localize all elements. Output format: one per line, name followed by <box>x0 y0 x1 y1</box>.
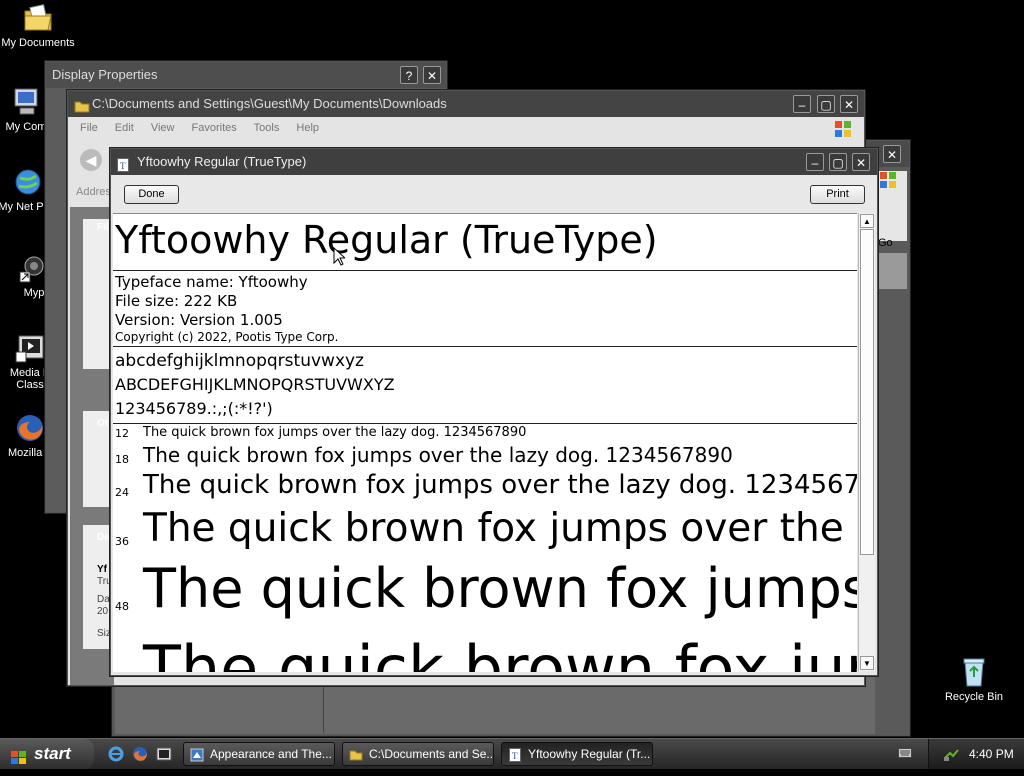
task-appearance[interactable]: Appearance and The... <box>183 742 335 766</box>
start-label: start <box>34 744 71 763</box>
desktop-icon-label: Recycle Bin <box>944 691 1004 703</box>
menu-view[interactable]: View <box>151 122 175 134</box>
font-preview: Yftoowhy Regular (TrueType) Typeface nam… <box>113 213 857 672</box>
quick-launch-ie-icon[interactable] <box>108 746 124 762</box>
vertical-scrollbar[interactable]: ▲ ▼ <box>858 213 875 671</box>
details-date: 20 <box>97 606 109 617</box>
close-button[interactable]: ✕ <box>840 95 858 113</box>
copyright: Copyright (c) 2022, Pootis Type Corp. <box>115 330 339 344</box>
close-button[interactable]: ✕ <box>423 66 441 84</box>
menu-tools[interactable]: Tools <box>254 122 280 134</box>
task-label: C:\Documents and Se... <box>369 747 494 761</box>
go-button[interactable]: Go <box>878 237 893 249</box>
clock: 4:40 PM <box>969 747 1014 761</box>
font-viewer-window[interactable]: T Yftoowhy Regular (TrueType) – ▢ ✕ Done… <box>110 148 878 676</box>
svg-text:T: T <box>120 161 126 171</box>
close-button[interactable]: ✕ <box>883 145 901 163</box>
window-title: C:\Documents and Settings\Guest\My Docum… <box>92 96 447 111</box>
task-pane: File Ot De Yf Tru Da 20 Siz <box>70 207 114 685</box>
menu-bar: File Edit View Favorites Tools Help <box>80 122 820 134</box>
details-date-label: Da <box>97 594 110 605</box>
firefox-icon <box>14 412 46 444</box>
other-places-header[interactable]: Ot <box>97 418 108 429</box>
font-heading: Yftoowhy Regular (TrueType) <box>115 218 658 262</box>
size-label: 18 <box>115 453 129 466</box>
back-button[interactable]: ◀ <box>80 149 102 171</box>
title-bar: C:\Documents and Settings\Guest\My Docum… <box>68 91 864 117</box>
menu-file[interactable]: File <box>80 122 98 134</box>
lowercase-sample: abcdefghijklmnopqrstuvwxyz <box>115 351 364 371</box>
task-font-viewer[interactable]: T Yftoowhy Regular (Tr... <box>501 742 653 766</box>
keyboard-icon[interactable] <box>898 748 912 758</box>
title-bar: Display Properties <box>46 62 446 88</box>
menu-favorites[interactable]: Favorites <box>192 122 237 134</box>
minimize-button[interactable]: – <box>793 95 811 113</box>
version: Version: Version 1.005 <box>115 311 283 329</box>
task-explorer[interactable]: C:\Documents and Se... <box>342 742 494 766</box>
file-size: File size: 222 KB <box>115 292 238 310</box>
close-button[interactable]: ✕ <box>852 153 870 171</box>
scroll-down-button[interactable]: ▼ <box>860 656 874 670</box>
network-tray-icon[interactable] <box>943 746 959 762</box>
sample-line-12: The quick brown fox jumps over the lazy … <box>143 425 527 440</box>
sample-line-48: The quick brown fox jumps over the lazy … <box>143 557 857 620</box>
media-player-icon <box>14 332 46 364</box>
title-bar: T Yftoowhy Regular (TrueType) <box>111 149 877 175</box>
start-button[interactable]: start <box>0 739 94 769</box>
help-button[interactable]: ? <box>400 66 418 84</box>
size-label: 48 <box>115 600 129 613</box>
size-label: 36 <box>115 535 129 548</box>
desktop-icon-recycle-bin[interactable]: Recycle Bin <box>936 656 1012 703</box>
digits-sample: 123456789.:,;(:*!?') <box>115 399 273 418</box>
folder-icon <box>22 2 54 34</box>
menu-edit[interactable]: Edit <box>115 122 134 134</box>
done-button[interactable]: Done <box>124 185 179 204</box>
desktop-icon-my-documents[interactable]: My Documents <box>0 2 76 49</box>
window-title: Yftoowhy Regular (TrueType) <box>137 154 307 169</box>
windows-logo-icon <box>10 746 28 764</box>
mouse-cursor-icon <box>333 246 347 267</box>
sample-line-36: The quick brown fox jumps over the lazy … <box>143 506 857 551</box>
recycle-bin-icon <box>958 656 990 688</box>
folder-icon <box>74 96 90 113</box>
task-label: Appearance and The... <box>210 747 332 761</box>
uppercase-sample: ABCDEFGHIJKLMNOPQRSTUVWXYZ <box>115 375 395 394</box>
size-label: 12 <box>115 427 129 440</box>
details-size: Siz <box>97 628 111 639</box>
details-name: Yf <box>97 564 107 575</box>
scroll-up-button[interactable]: ▲ <box>860 214 874 228</box>
system-tray: 4:40 PM <box>928 739 1024 769</box>
folder-icon <box>349 747 363 761</box>
size-label: 24 <box>115 486 129 499</box>
font-file-icon: T <box>508 747 522 762</box>
windows-logo-icon <box>879 171 897 189</box>
sample-line-60: The quick brown fox jumps over the lazy … <box>143 632 857 672</box>
maximize-button[interactable]: ▢ <box>829 153 847 171</box>
sample-line-18: The quick brown fox jumps over the lazy … <box>143 443 733 467</box>
quick-launch-firefox-icon[interactable] <box>132 746 148 762</box>
window-title: Display Properties <box>52 67 158 82</box>
windows-logo-icon <box>834 120 852 138</box>
sample-line-24: The quick brown fox jumps over the lazy … <box>143 470 857 500</box>
computer-icon <box>10 86 42 118</box>
print-button[interactable]: Print <box>810 185 865 204</box>
details-header[interactable]: De <box>97 532 110 543</box>
network-icon <box>12 166 44 198</box>
font-file-icon: T <box>117 155 129 172</box>
task-label: Yftoowhy Regular (Tr... <box>528 747 651 761</box>
typeface-name: Typeface name: Yftoowhy <box>115 273 308 291</box>
quick-launch-media-icon[interactable] <box>156 746 172 762</box>
svg-text:T: T <box>512 751 518 761</box>
menu-help[interactable]: Help <box>296 122 319 134</box>
taskbar: start Appearance and The... C:\Documents… <box>0 738 1024 769</box>
control-panel-icon <box>190 747 204 762</box>
maximize-button[interactable]: ▢ <box>817 95 835 113</box>
minimize-button[interactable]: – <box>806 153 824 171</box>
desktop-icon-label: My Documents <box>1 37 75 49</box>
scroll-thumb[interactable] <box>860 229 874 555</box>
